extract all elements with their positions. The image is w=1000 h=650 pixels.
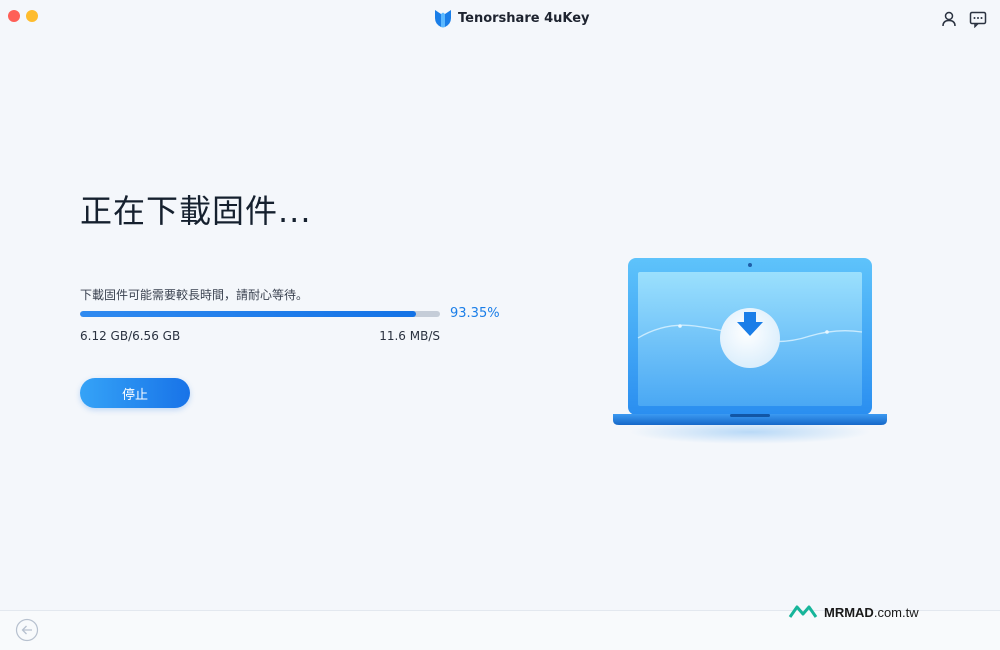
laptop-download-icon [613, 258, 887, 444]
downloaded-size: 6.12 GB/6.56 GB [80, 329, 181, 343]
watermark-domain: .com.tw [873, 604, 919, 620]
stop-button[interactable]: 停止 [80, 378, 190, 408]
minimize-window-button[interactable] [26, 10, 38, 22]
download-progress-bar [80, 311, 440, 317]
page-title: 正在下載固件... [80, 192, 312, 230]
watermark: MRMAD.com.tw [788, 601, 919, 623]
feedback-icon[interactable] [969, 10, 987, 28]
watermark-brand: MRMAD [824, 604, 874, 620]
progress-percent: 93.35% [450, 306, 500, 321]
mrmad-logo-icon [788, 605, 818, 618]
download-speed: 11.6 MB/S [379, 329, 440, 343]
close-window-button[interactable] [8, 10, 20, 22]
app-title: Tenorshare 4uKey [434, 8, 590, 28]
user-icon[interactable] [940, 10, 958, 28]
title-bar: Tenorshare 4uKey [0, 0, 1000, 38]
app-name: Tenorshare 4uKey [458, 10, 590, 26]
watermark-text: MRMAD.com.tw [824, 605, 919, 620]
download-progress-fill [80, 311, 417, 317]
back-arrow-icon[interactable] [15, 618, 39, 642]
app-logo-icon [435, 10, 451, 28]
app-window: Tenorshare 4uKey 正在下載固件... 下載固件可能需要較長時間，… [0, 0, 1000, 650]
download-hint: 下載固件可能需要較長時間，請耐心等待。 [80, 288, 309, 302]
